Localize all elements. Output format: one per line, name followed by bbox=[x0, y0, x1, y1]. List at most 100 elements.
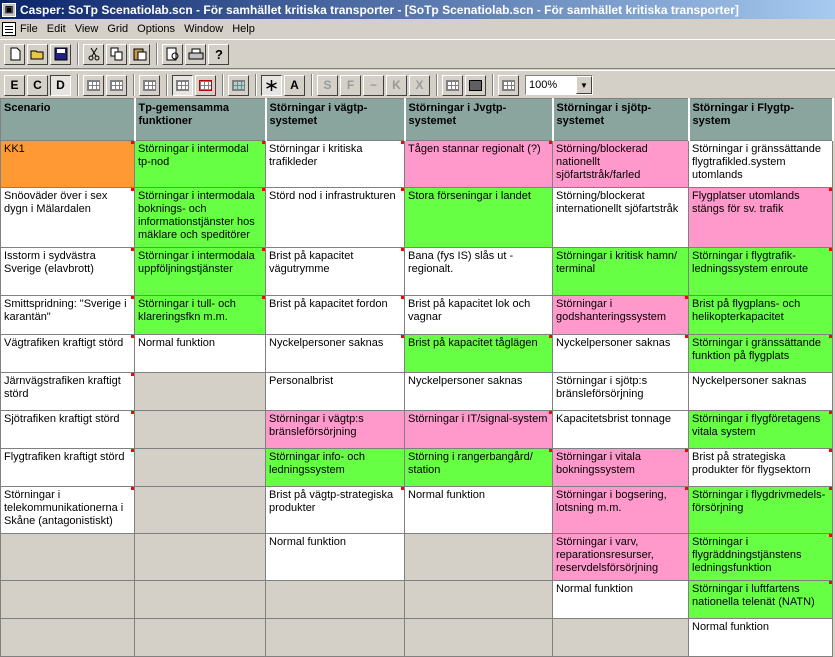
grid-button-5[interactable] bbox=[442, 74, 463, 96]
menu-grid[interactable]: Grid bbox=[107, 23, 128, 35]
a-button[interactable]: A bbox=[284, 74, 305, 96]
grid-cell[interactable]: Störningar i luftfartens nationella tele… bbox=[688, 580, 833, 619]
copy-button[interactable] bbox=[106, 43, 127, 65]
grid-cell[interactable]: Störning/blockerat internationellt sjöfa… bbox=[552, 187, 689, 248]
grid-cell[interactable]: Störningar i bogsering, lotsning m.m. bbox=[552, 486, 689, 534]
zoom-grid-button[interactable] bbox=[498, 74, 519, 96]
grid-cell[interactable]: Störningar i flygräddningstjänstens ledn… bbox=[688, 533, 833, 581]
grid-cell[interactable]: Flygplatser utomlands stängs för sv. tra… bbox=[688, 187, 833, 248]
grid-cell[interactable]: Störningar i intermodala boknings- och i… bbox=[134, 187, 266, 248]
menu-edit[interactable]: Edit bbox=[47, 23, 66, 35]
scenario-cell[interactable]: KK1 bbox=[0, 140, 135, 188]
scenario-cell[interactable]: Isstorm i sydvästra Sverige (elavbrott) bbox=[0, 247, 135, 296]
grid-cell[interactable] bbox=[404, 618, 553, 657]
header-tp-gemensamma[interactable]: Tp-gemensamma funktioner bbox=[134, 98, 267, 141]
grid-cell[interactable] bbox=[265, 618, 405, 657]
document-icon[interactable] bbox=[2, 21, 16, 36]
fill-color-button[interactable] bbox=[465, 74, 486, 96]
grid-cell[interactable]: Normal funktion bbox=[134, 334, 266, 373]
grid-cell[interactable]: Normal funktion bbox=[552, 580, 689, 619]
scenario-cell[interactable] bbox=[0, 580, 135, 619]
k-button[interactable]: K bbox=[386, 74, 407, 96]
open-button[interactable] bbox=[27, 43, 48, 65]
grid-cell[interactable]: Brist på kapacitet lok och vagnar bbox=[404, 295, 553, 335]
scenario-cell[interactable]: Störningar i telekommunikationerna i Skå… bbox=[0, 486, 135, 534]
grid-cell[interactable]: Brist på kapacitet fordon bbox=[265, 295, 405, 335]
grid-cell[interactable]: Tågen stannar regionalt (?) bbox=[404, 140, 553, 188]
e-button[interactable]: E bbox=[4, 74, 25, 96]
asterisk-button[interactable] bbox=[261, 74, 282, 96]
grid-cell[interactable]: Störningar i godshanteringssystem bbox=[552, 295, 689, 335]
grid-cell[interactable]: Störningar i sjötp:s bränsleförsörjning bbox=[552, 372, 689, 411]
print-preview-button[interactable] bbox=[162, 43, 183, 65]
grid-cell[interactable]: Bana (fys IS) slås ut - regionalt. bbox=[404, 247, 553, 296]
save-button[interactable] bbox=[50, 43, 71, 65]
scenario-cell[interactable]: Järnvägstrafiken kraftigt störd bbox=[0, 372, 135, 411]
grid-button-3[interactable] bbox=[139, 74, 160, 96]
grid-cell[interactable]: Nyckelpersoner saknas bbox=[404, 372, 553, 411]
grid-cell[interactable]: Störning i rangerbangård/ station bbox=[404, 448, 553, 487]
grid-cell[interactable]: Störningar i gränssättande flygtrafikled… bbox=[688, 140, 833, 188]
grid-cell[interactable]: Kapacitetsbrist tonnage bbox=[552, 410, 689, 449]
grid-cell[interactable]: Störningar i IT/signal-system bbox=[404, 410, 553, 449]
grid-cell[interactable]: Brist på strategiska produkter för flygs… bbox=[688, 448, 833, 487]
grid-cell[interactable] bbox=[552, 618, 689, 657]
scenario-cell[interactable]: Smittspridning: "Sverige i karantän" bbox=[0, 295, 135, 335]
d-button[interactable]: D bbox=[50, 74, 71, 96]
menu-help[interactable]: Help bbox=[232, 23, 255, 35]
grid-cell[interactable]: Brist på flygplans- och helikopterkapaci… bbox=[688, 295, 833, 335]
grid-cell[interactable]: Störning/blockerad nationellt sjöfartstr… bbox=[552, 140, 689, 188]
menu-file[interactable]: File bbox=[20, 23, 38, 35]
grid-cell[interactable]: Störningar i vägtp:s bränsleförsörjning bbox=[265, 410, 405, 449]
menu-options[interactable]: Options bbox=[137, 23, 175, 35]
menu-view[interactable]: View bbox=[75, 23, 99, 35]
s-button[interactable]: S bbox=[317, 74, 338, 96]
grid-cell[interactable]: Personalbrist bbox=[265, 372, 405, 411]
grid-cell[interactable]: Störningar i flygföretagens vitala syste… bbox=[688, 410, 833, 449]
header-sjotp[interactable]: Störningar i sjötp-systemet bbox=[552, 98, 690, 141]
grid-cell[interactable]: Störningar i kritisk hamn/ terminal bbox=[552, 247, 689, 296]
scenario-cell[interactable] bbox=[0, 618, 135, 657]
grid-cell[interactable]: Störningar i flygdrivmedels-försörjning bbox=[688, 486, 833, 534]
grid-cell[interactable]: Störningar i vitala bokningssystem bbox=[552, 448, 689, 487]
grid-cell[interactable]: Störningar i flygtrafik-ledningssystem e… bbox=[688, 247, 833, 296]
grid-cell[interactable]: Normal funktion bbox=[404, 486, 553, 534]
grid-cell[interactable]: Normal funktion bbox=[265, 533, 405, 581]
header-vagtp[interactable]: Störningar i vägtp-systemet bbox=[265, 98, 406, 141]
grid-cell[interactable]: Nyckelpersoner saknas bbox=[688, 372, 833, 411]
grid-cell[interactable] bbox=[265, 580, 405, 619]
grid-button-4[interactable] bbox=[172, 74, 193, 96]
grid-cell[interactable]: Brist på kapacitet vägutrymme bbox=[265, 247, 405, 296]
grid-button-2[interactable] bbox=[106, 74, 127, 96]
scenario-cell[interactable]: Snöoväder över i sex dygn i Mälardalen bbox=[0, 187, 135, 248]
grid-cell[interactable]: Brist på vägtp-strategiska produkter bbox=[265, 486, 405, 534]
grid-cell[interactable] bbox=[134, 580, 266, 619]
scenario-cell[interactable]: Vägtrafiken kraftigt störd bbox=[0, 334, 135, 373]
header-scenario[interactable]: Scenario bbox=[0, 98, 136, 141]
scenario-cell[interactable]: Flygtrafiken kraftigt störd bbox=[0, 448, 135, 487]
grid-cell[interactable]: Störningar i kritiska trafikleder bbox=[265, 140, 405, 188]
minus-button[interactable]: − bbox=[363, 74, 384, 96]
grid-cell[interactable] bbox=[134, 533, 266, 581]
grid-cell[interactable]: Stora förseningar i landet bbox=[404, 187, 553, 248]
menu-window[interactable]: Window bbox=[184, 23, 223, 35]
zoom-select[interactable]: 100% ▼ bbox=[525, 75, 593, 95]
grid-cell[interactable]: Störningar info- och ledningssystem bbox=[265, 448, 405, 487]
grid-cell[interactable]: Störningar i gränssättande funktion på f… bbox=[688, 334, 833, 373]
grid-color-button[interactable] bbox=[228, 74, 249, 96]
grid-cell[interactable]: Störningar i intermodala uppföljningstjä… bbox=[134, 247, 266, 296]
header-flygtp[interactable]: Störningar i Flygtp-system bbox=[688, 98, 834, 141]
x-button[interactable]: X bbox=[409, 74, 430, 96]
grid-delete-button[interactable] bbox=[195, 74, 216, 96]
scenario-cell[interactable]: Sjötrafiken kraftigt störd bbox=[0, 410, 135, 449]
grid-cell[interactable]: Störningar i tull- och klareringsfkn m.m… bbox=[134, 295, 266, 335]
grid-cell[interactable] bbox=[134, 372, 266, 411]
scenario-cell[interactable] bbox=[0, 533, 135, 581]
grid-cell[interactable] bbox=[134, 486, 266, 534]
c-button[interactable]: C bbox=[27, 74, 48, 96]
grid-cell[interactable]: Brist på kapacitet tåglägen bbox=[404, 334, 553, 373]
grid-cell[interactable] bbox=[134, 618, 266, 657]
chevron-down-icon[interactable]: ▼ bbox=[576, 76, 592, 94]
grid-button-1[interactable] bbox=[83, 74, 104, 96]
new-file-button[interactable] bbox=[4, 43, 25, 65]
